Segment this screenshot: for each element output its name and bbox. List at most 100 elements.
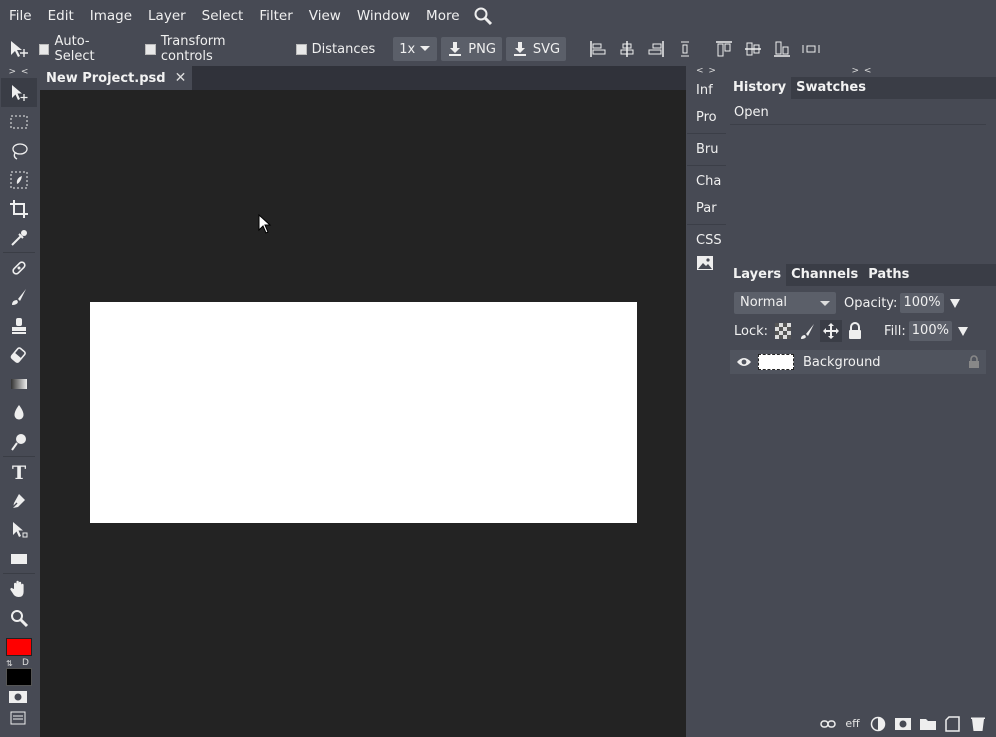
- align-middle-icon[interactable]: [739, 33, 768, 65]
- swap-colors-icon[interactable]: ⇅: [6, 659, 13, 668]
- menu-edit[interactable]: Edit: [40, 0, 82, 32]
- blend-mode-select[interactable]: Normal: [734, 292, 836, 314]
- tab-swatches[interactable]: Swatches: [791, 77, 871, 99]
- opacity-dropdown-icon[interactable]: [949, 298, 960, 308]
- layer-row[interactable]: Background: [730, 350, 986, 374]
- menu-select[interactable]: Select: [194, 0, 252, 32]
- type-tool-icon[interactable]: T: [1, 457, 37, 486]
- export-png-button[interactable]: PNG: [441, 37, 502, 61]
- pen-tool-icon[interactable]: [1, 486, 37, 515]
- properties-panel-button[interactable]: Pro: [687, 104, 726, 131]
- tab-layers[interactable]: Layers: [728, 264, 787, 286]
- transform-controls-checkbox[interactable]: Transform controls: [145, 34, 277, 64]
- distribute-h-icon[interactable]: [797, 33, 826, 65]
- document-canvas[interactable]: [90, 302, 637, 523]
- toolbar-collapse-button[interactable]: > <: [0, 66, 38, 78]
- marquee-tool-icon[interactable]: [1, 107, 37, 136]
- menu-more[interactable]: More: [418, 0, 467, 32]
- screen-mode-icon[interactable]: [10, 711, 26, 729]
- mini-panels-collapse-button[interactable]: < >: [687, 66, 726, 77]
- tab-paths[interactable]: Paths: [863, 264, 915, 286]
- link-layers-icon[interactable]: [815, 714, 840, 734]
- fill-input[interactable]: 100%: [908, 321, 952, 341]
- distances-label: Distances: [311, 41, 376, 57]
- rectangle-tool-icon[interactable]: [1, 544, 37, 573]
- fill-dropdown-icon[interactable]: [957, 326, 968, 336]
- align-right-icon[interactable]: [642, 33, 671, 65]
- right-panels: > < History Swatches Open Layers Channel…: [728, 66, 996, 737]
- delete-layer-icon[interactable]: [965, 714, 990, 734]
- image-icon[interactable]: [687, 254, 726, 281]
- eyedropper-tool-icon[interactable]: [1, 223, 37, 252]
- quick-select-tool-icon[interactable]: [1, 165, 37, 194]
- tab-channels[interactable]: Channels: [786, 264, 864, 286]
- layer-effects-button[interactable]: eff: [840, 714, 865, 734]
- quick-mask-icon[interactable]: [8, 690, 28, 708]
- right-panels-collapse-button[interactable]: > <: [728, 66, 996, 77]
- lock-pixels-icon[interactable]: [796, 320, 818, 342]
- hand-tool-icon[interactable]: [1, 574, 37, 603]
- tab-history[interactable]: History: [728, 77, 792, 99]
- brush-panel-button[interactable]: Bru: [687, 136, 726, 163]
- new-group-icon[interactable]: [915, 714, 940, 734]
- menu-filter[interactable]: Filter: [251, 0, 300, 32]
- menu-image[interactable]: Image: [82, 0, 140, 32]
- lock-label: Lock:: [734, 323, 769, 339]
- blur-tool-icon[interactable]: [1, 398, 37, 427]
- mouse-cursor-icon: [258, 214, 272, 234]
- new-layer-icon[interactable]: [940, 714, 965, 734]
- healing-tool-icon[interactable]: [1, 253, 37, 282]
- download-icon: [449, 42, 462, 56]
- auto-select-checkbox[interactable]: Auto-Select: [38, 34, 127, 64]
- eraser-tool-icon[interactable]: [1, 340, 37, 369]
- dodge-tool-icon[interactable]: [1, 427, 37, 456]
- distances-checkbox[interactable]: Distances: [295, 41, 376, 57]
- stamp-tool-icon[interactable]: [1, 311, 37, 340]
- default-colors-button[interactable]: D: [22, 658, 29, 668]
- move-tool-icon[interactable]: [1, 78, 37, 107]
- align-top-icon[interactable]: [710, 33, 739, 65]
- lock-all-icon[interactable]: [844, 320, 866, 342]
- png-label: PNG: [468, 41, 496, 57]
- align-bottom-icon[interactable]: [768, 33, 797, 65]
- menu-file[interactable]: File: [0, 0, 40, 32]
- zoom-tool-icon[interactable]: [1, 603, 37, 632]
- workspace[interactable]: [40, 90, 686, 737]
- lock-transparency-icon[interactable]: [772, 320, 794, 342]
- eye-icon[interactable]: [736, 356, 752, 368]
- character-panel-button[interactable]: Cha: [687, 168, 726, 195]
- css-panel-button[interactable]: CSS: [687, 227, 726, 254]
- layer-mask-icon[interactable]: [890, 714, 915, 734]
- info-panel-button[interactable]: Inf: [687, 77, 726, 104]
- document-tab[interactable]: New Project.psd ✕: [40, 66, 193, 90]
- search-icon[interactable]: [470, 0, 496, 32]
- document-tabs: New Project.psd ✕: [40, 66, 686, 90]
- history-item[interactable]: Open: [730, 101, 986, 125]
- path-select-tool-icon[interactable]: [1, 515, 37, 544]
- history-scrollbar[interactable]: [986, 127, 996, 259]
- adjustment-layer-icon[interactable]: [865, 714, 890, 734]
- background-color-swatch[interactable]: [6, 668, 32, 686]
- close-icon[interactable]: ✕: [175, 70, 187, 86]
- lock-row: Lock: Fill: 100%: [728, 317, 996, 345]
- layers-panel: Layers Channels Paths Normal Opacity: 10…: [728, 264, 996, 737]
- opacity-input[interactable]: 100%: [900, 293, 944, 313]
- zoom-select[interactable]: 1x: [393, 37, 438, 61]
- download-icon: [513, 42, 526, 56]
- menu-view[interactable]: View: [301, 0, 349, 32]
- distribute-v-icon[interactable]: [671, 33, 700, 65]
- brush-tool-icon[interactable]: [1, 282, 37, 311]
- layers-scrollbar[interactable]: [986, 350, 996, 706]
- crop-tool-icon[interactable]: [1, 194, 37, 223]
- menu-window[interactable]: Window: [349, 0, 418, 32]
- lock-position-icon[interactable]: [820, 320, 843, 342]
- blend-row: Normal Opacity: 100%: [728, 289, 996, 317]
- lasso-tool-icon[interactable]: [1, 136, 37, 165]
- foreground-color-swatch[interactable]: [6, 638, 32, 656]
- gradient-tool-icon[interactable]: [1, 369, 37, 398]
- align-center-h-icon[interactable]: [613, 33, 642, 65]
- align-left-icon[interactable]: [584, 33, 613, 65]
- menu-layer[interactable]: Layer: [140, 0, 194, 32]
- export-svg-button[interactable]: SVG: [505, 37, 567, 61]
- paragraph-panel-button[interactable]: Par: [687, 195, 726, 222]
